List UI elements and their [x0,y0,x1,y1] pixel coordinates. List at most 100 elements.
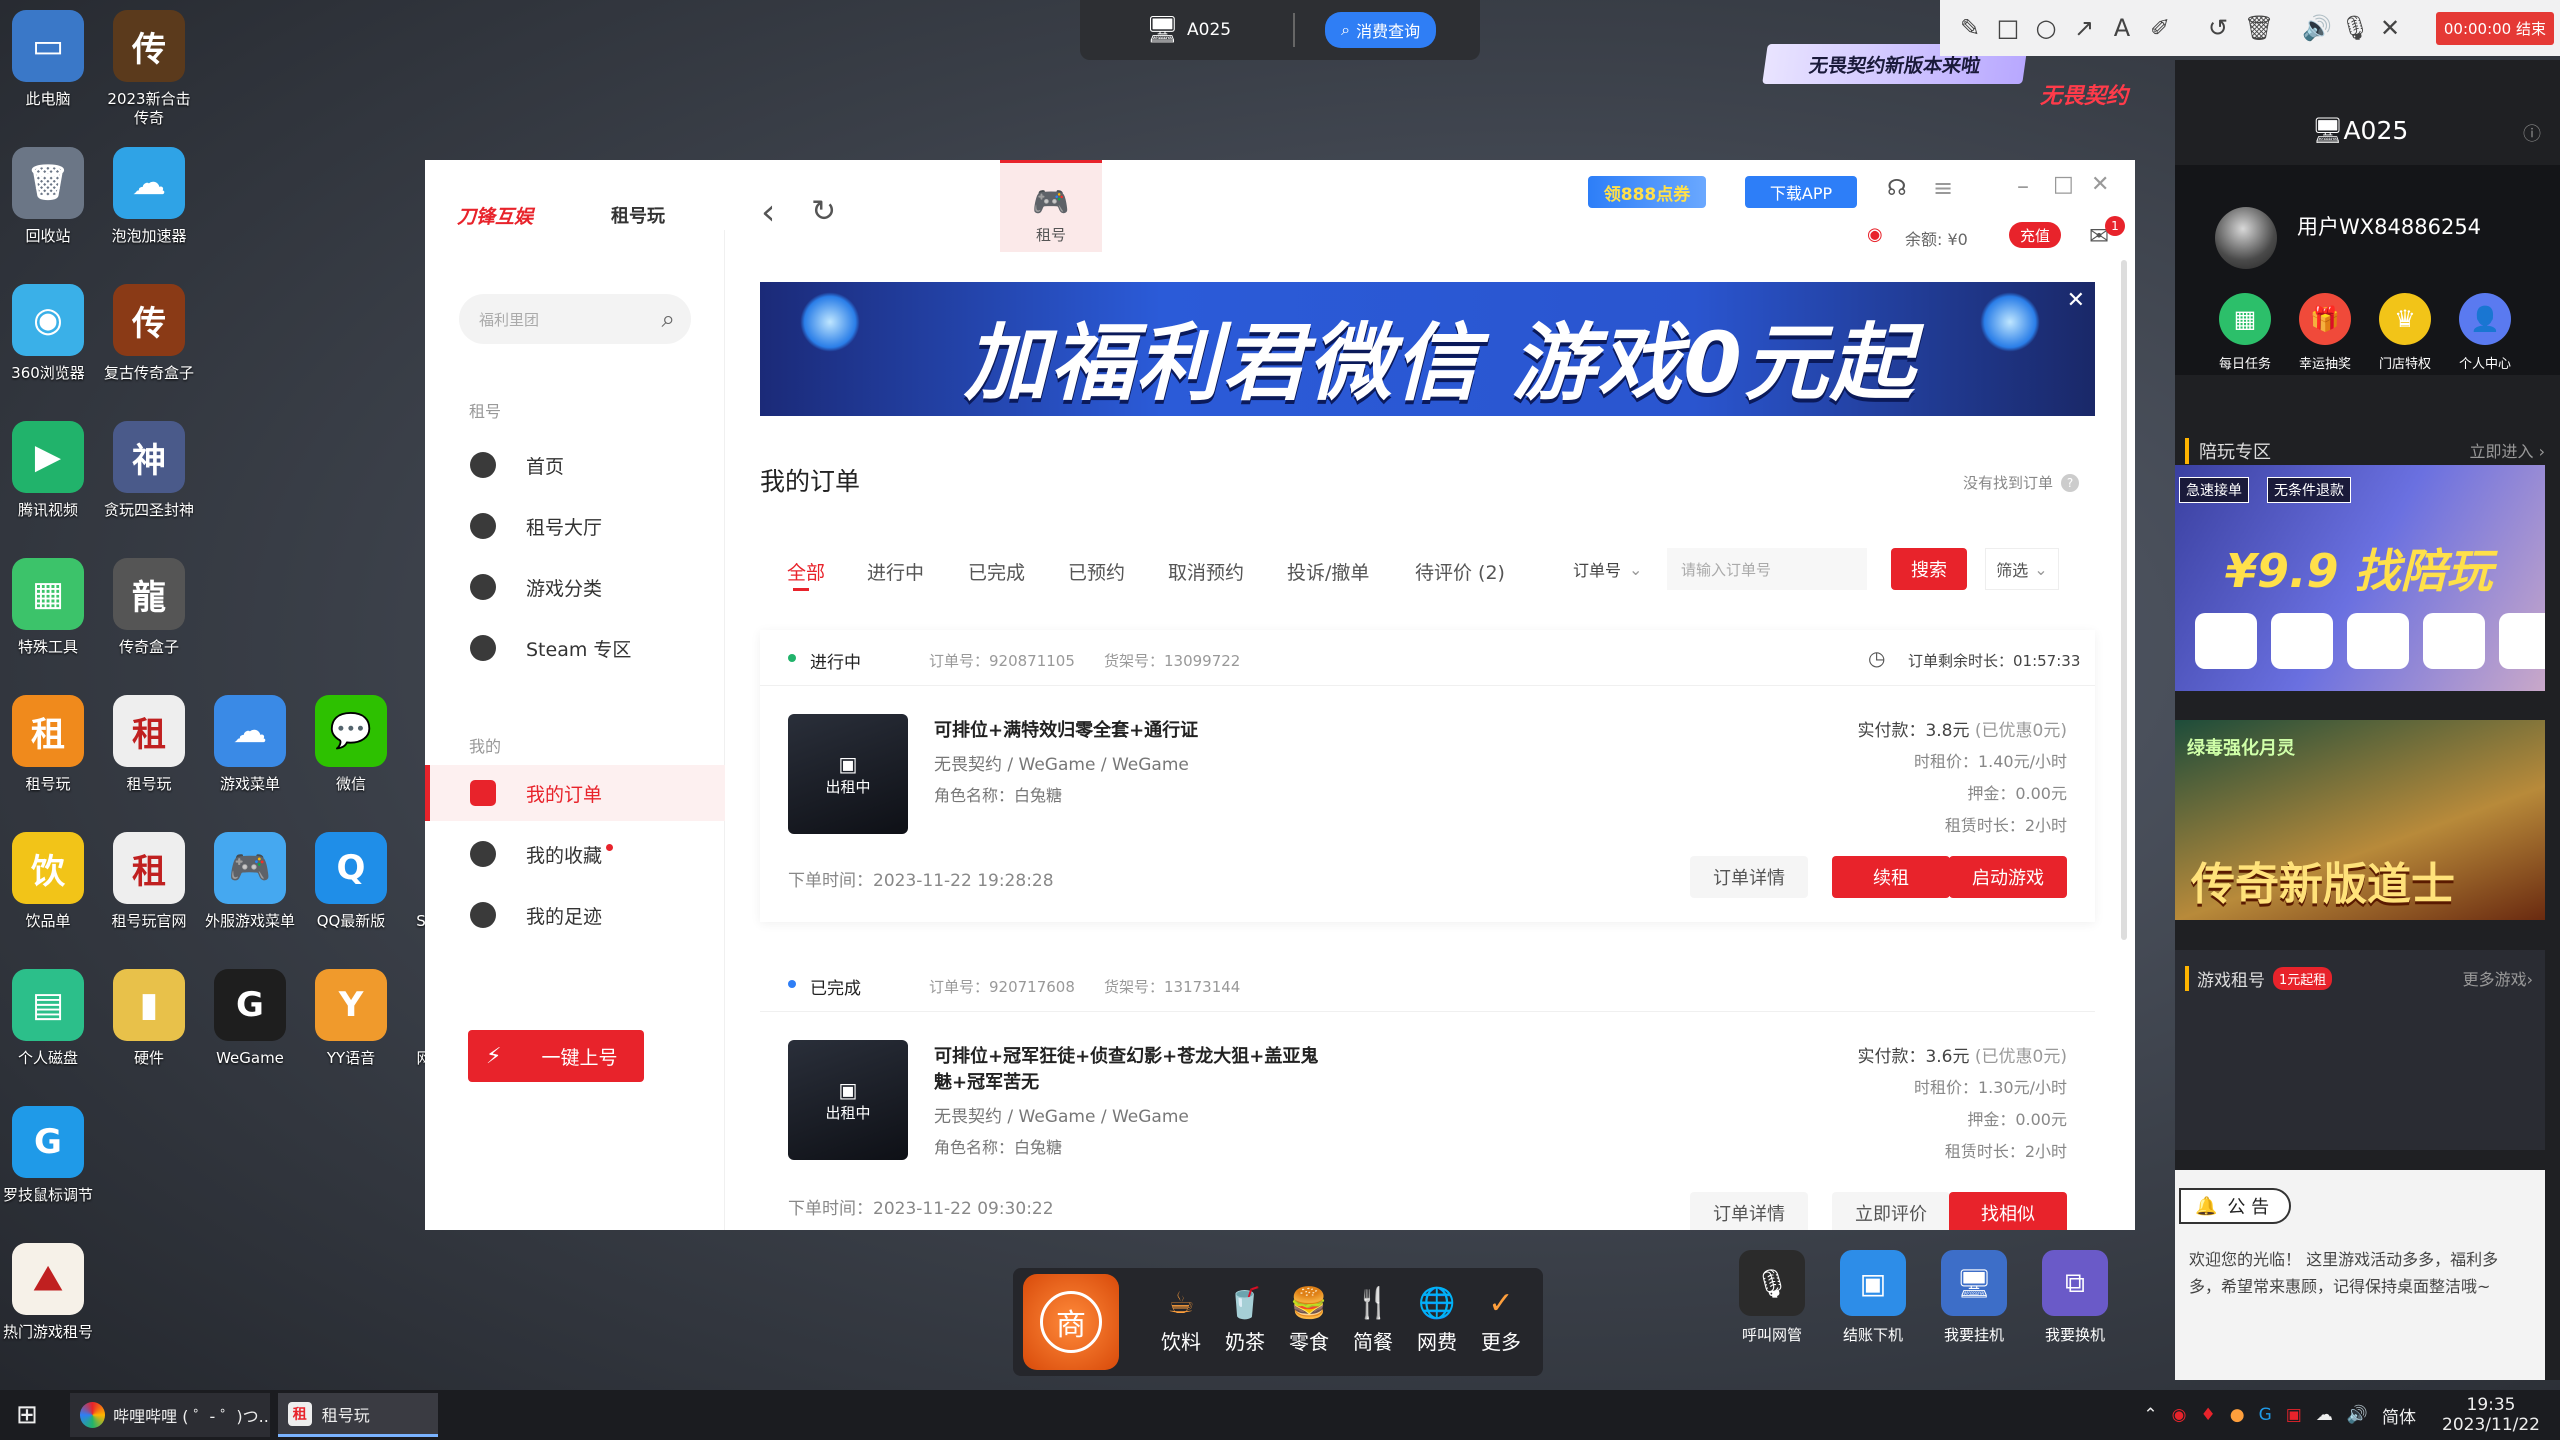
quick-action-2[interactable]: ♛ 门店特权 [2365,293,2445,372]
record-timer-button[interactable]: 00:00:00 结束 [2435,11,2554,45]
screen-filter-button[interactable]: 筛选 ⌄ [1985,548,2059,590]
renew-button[interactable]: 续租 [1832,856,1950,898]
microphone-icon[interactable]: 🎙 [2340,14,2370,42]
one-key-login-button[interactable]: ⚡ 一键上号 [468,1030,644,1082]
order-search-button[interactable]: 搜索 [1891,548,1967,590]
desktop-icon[interactable]: G 罗技鼠标调节 [0,1106,108,1205]
peiwan-enter-link[interactable]: 立即进入 › [2470,438,2546,464]
desktop-icon[interactable]: ☁ 泡泡加速器 [89,147,209,246]
sidebar-item-steam[interactable]: Steam 专区 [425,620,725,676]
headset-icon[interactable]: ☊ [1887,176,1907,201]
dock-item-3[interactable]: 🍴 简餐 [1343,1286,1403,1355]
maximize-icon[interactable]: □ [2053,172,2074,197]
sidebar-item-clock[interactable]: 我的足迹 [425,887,725,943]
refresh-icon[interactable]: ↻ [811,194,836,229]
sidebar-item-home[interactable]: 首页 [425,437,725,493]
tray-icon[interactable]: G [2259,1405,2272,1425]
consume-query-button[interactable]: ⌕ 消费查询 [1325,12,1437,48]
network-icon[interactable]: ☁ [2316,1405,2333,1425]
undo-icon[interactable]: ↺ [2206,14,2230,42]
sidebar-item-box[interactable]: 游戏分类 [425,559,725,615]
window-close-icon[interactable]: ✕ [2091,172,2109,197]
order-thumbnail[interactable]: ▣ 出租中 [788,1040,908,1160]
tab-rent[interactable]: 🎮 租号 [1000,160,1102,252]
window-scrollbar[interactable] [2121,260,2127,940]
order-title[interactable]: 可排位+满特效归零全套+通行证 [934,716,1198,742]
sidebar-item-robot[interactable]: 租号大厅 [425,498,725,554]
tray-icon[interactable]: ◉ [2172,1405,2187,1425]
order-thumbnail[interactable]: ▣ 出租中 [788,714,908,834]
highlighter-icon[interactable]: ✐ [2148,14,2172,42]
info-icon[interactable]: ⓘ [2523,120,2541,146]
minimize-icon[interactable]: – [2017,172,2029,200]
peiwan-ad[interactable]: 急速接单 无条件退款 ¥9.9 找陪玩 [2175,465,2545,691]
menu-icon[interactable]: ≡ [1933,174,1953,202]
quick-icon-0[interactable]: 🎙 呼叫网管 [1722,1250,1822,1345]
dock-item-5[interactable]: ✓ 更多 [1471,1286,1531,1355]
tab-order-4[interactable]: 取消预约 [1168,558,1244,585]
more-games-link[interactable]: 更多游戏› [2463,966,2533,990]
tray-icon[interactable]: ⌃ [2143,1405,2157,1425]
order-filter-select[interactable]: 订单号 ⌄ [1573,548,1665,590]
rectangle-icon[interactable]: □ [1996,14,2020,42]
tab-order-3[interactable]: 已预约 [1068,558,1125,585]
volume-icon[interactable]: 🔊 [2347,1405,2368,1425]
dock-item-0[interactable]: ☕ 饮料 [1151,1286,1211,1355]
pen-icon[interactable]: ✎ [1958,14,1982,42]
order-search-input[interactable]: 请输入订单号 [1667,548,1867,590]
desktop-icon[interactable]: 传 2023新合击 传奇 [89,10,209,128]
desktop-icon[interactable]: ⛰ 热门游戏租号 [0,1243,108,1342]
quick-action-1[interactable]: 🎁 幸运抽奖 [2285,293,2365,372]
quick-action-3[interactable]: 👤 个人中心 [2445,293,2525,372]
recharge-button[interactable]: 充值 [2009,222,2061,248]
order-title-line2[interactable]: 魅+冠军苦无 [934,1068,1039,1094]
launch-game-button[interactable]: 启动游戏 [1949,856,2067,898]
tab-order-0[interactable]: 全部 [787,558,825,585]
tray-icon[interactable]: ♦ [2201,1405,2216,1425]
circle-icon[interactable]: ○ [2034,14,2058,42]
tab-order-6[interactable]: 待评价 (2) [1415,558,1505,585]
avatar[interactable] [2215,207,2277,269]
sidebar-item-order[interactable]: 我的订单 [425,765,725,821]
shop-logo[interactable]: 商 [1023,1274,1119,1370]
review-button[interactable]: 立即评价 [1832,1192,1950,1230]
desktop-icon[interactable]: 💬 微信 [291,695,411,794]
speaker-icon[interactable]: 🔊 [2302,14,2332,42]
order-title[interactable]: 可排位+冠军狂徒+侦查幻影+苍龙大狙+盖亚鬼 [934,1042,1318,1068]
quick-icon-3[interactable]: ⧉ 我要换机 [2025,1250,2125,1345]
sidebar-item-heart[interactable]: 我的收藏 [425,826,725,882]
windows-start-icon[interactable]: ⊞ [16,1400,38,1430]
desktop-icon[interactable]: 神贪玩四圣封神 [89,421,209,520]
order-detail-button[interactable]: 订单详情 [1690,856,1808,898]
legend-ad[interactable]: 绿毒强化月灵 传奇新版道士 [2175,720,2545,920]
desktop-icon[interactable]: 传复古传奇盒子 [89,284,209,383]
banner-close-icon[interactable]: ✕ [2067,288,2085,313]
tray-icon[interactable]: ● [2230,1405,2245,1425]
arrow-icon[interactable]: ↗ [2072,14,2096,42]
quick-icon-2[interactable]: 🖥 我要挂机 [1924,1250,2024,1345]
tray-icon[interactable]: ▣ [2286,1405,2302,1425]
dock-item-1[interactable]: 🥤 奶茶 [1215,1286,1275,1355]
tab-order-1[interactable]: 进行中 [867,558,924,585]
back-icon[interactable]: ‹ [761,192,775,233]
taskbar-item-bilibili[interactable]: 哔哩哔哩 ( ゜- ゜)つ... [69,1393,270,1437]
taskbar-item-zuhaowan[interactable]: 租 租号玩 [277,1393,438,1437]
tab-order-2[interactable]: 已完成 [968,558,1025,585]
clock[interactable]: 19:35 2023/11/22 [2442,1395,2540,1435]
wechat-promo-banner[interactable]: 加福利君微信 游戏0元起租 ✕ [760,282,2095,416]
search-icon[interactable]: ⌕ [662,305,675,333]
search-input[interactable]: 福利里团 [479,309,662,330]
order-detail-button[interactable]: 订单详情 [1690,1192,1808,1230]
text-icon[interactable]: A [2110,14,2134,42]
sidebar-search[interactable]: 福利里团 ⌕ [459,294,691,344]
desktop-icon[interactable]: 龍传奇盒子 [89,558,209,657]
tab-order-5[interactable]: 投诉/撤单 [1287,558,1369,585]
download-app-button[interactable]: 下载APP [1745,176,1857,208]
no-order-hint[interactable]: 没有找到订单 ? [1963,472,2080,493]
trash-icon[interactable]: 🗑 [2244,14,2274,42]
points-coupon-button[interactable]: 领888点券 [1588,176,1706,208]
find-similar-button[interactable]: 找相似 [1949,1192,2067,1230]
dock-item-4[interactable]: 🌐 网费 [1407,1286,1467,1355]
close-icon[interactable]: ✕ [2378,14,2402,42]
quick-action-0[interactable]: ▦ 每日任务 [2205,293,2285,372]
